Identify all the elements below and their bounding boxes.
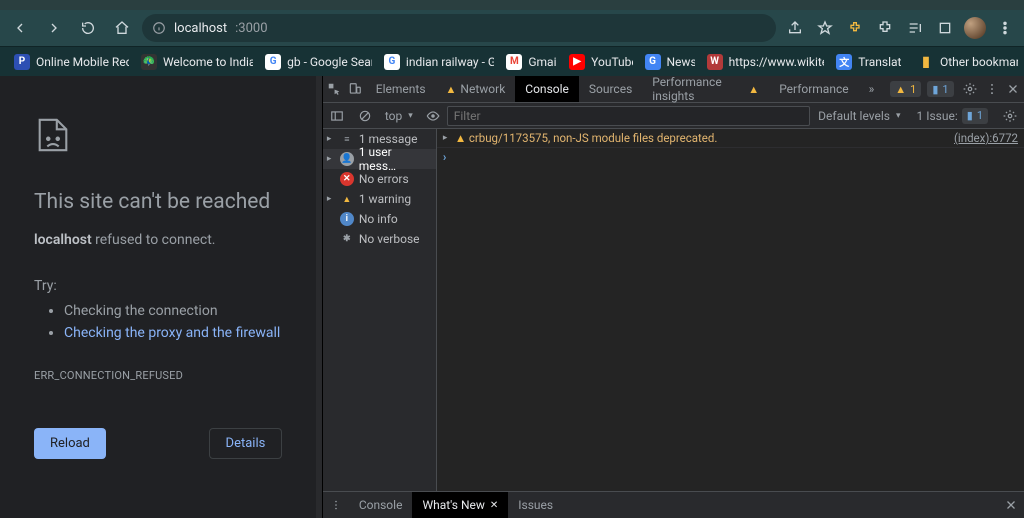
sad-page-icon bbox=[34, 116, 72, 154]
issues-button[interactable]: 1 Issue:▮ 1 bbox=[908, 103, 996, 128]
tab-network[interactable]: ▲Network bbox=[436, 76, 516, 102]
device-toggle-icon[interactable] bbox=[344, 76, 365, 102]
browser-toolbar: localhost :3000 bbox=[0, 10, 1024, 46]
inspect-element-icon[interactable] bbox=[323, 76, 344, 102]
log-levels-selector[interactable]: Default levels bbox=[810, 103, 908, 128]
home-button[interactable] bbox=[108, 14, 136, 42]
tab-console[interactable]: Console bbox=[515, 76, 579, 102]
devtools-close-button[interactable] bbox=[1003, 76, 1024, 102]
devtools-drawer: Console What's New✕ Issues bbox=[323, 491, 1024, 518]
error-code: ERR_CONNECTION_REFUSED bbox=[34, 369, 282, 382]
expand-icon[interactable]: ▸ bbox=[443, 131, 455, 143]
reload-button[interactable]: Reload bbox=[34, 428, 106, 459]
bookmark-item[interactable]: ▶YouTube bbox=[561, 50, 632, 74]
reading-list-button[interactable] bbox=[902, 14, 928, 42]
sidebar-warnings[interactable]: ▸▲1 warning bbox=[323, 189, 436, 209]
console-output[interactable]: ▸ ▲ crbug/1173575, non-JS module files d… bbox=[437, 129, 1024, 491]
console-settings-icon[interactable] bbox=[996, 103, 1024, 128]
source-link[interactable]: (index):6772 bbox=[954, 131, 1018, 145]
tab-overview-button[interactable] bbox=[932, 14, 958, 42]
other-bookmarks[interactable]: ▮Other bookmarks bbox=[910, 50, 1018, 74]
devtools-menu-icon[interactable] bbox=[981, 76, 1002, 102]
tab-performance-insights[interactable]: Performance insights ▲ bbox=[642, 76, 769, 102]
drawer-tab-whatsnew[interactable]: What's New✕ bbox=[412, 492, 508, 518]
context-selector[interactable]: top bbox=[379, 103, 419, 128]
bookmark-item[interactable]: MGmail bbox=[498, 50, 557, 74]
url-host: localhost bbox=[174, 21, 227, 36]
site-info-icon bbox=[152, 21, 166, 35]
details-button[interactable]: Details bbox=[209, 428, 283, 459]
tab-sources[interactable]: Sources bbox=[579, 76, 642, 102]
bookmark-star-button[interactable] bbox=[812, 14, 838, 42]
more-tabs-button[interactable] bbox=[859, 76, 885, 102]
warning-icon: ▲ bbox=[748, 83, 759, 96]
bookmark-item[interactable]: Gindian railway - Go… bbox=[376, 50, 494, 74]
bookmark-item[interactable]: POnline Mobile Rech… bbox=[6, 50, 129, 74]
tab-strip bbox=[0, 0, 1024, 10]
sidebar-verbose[interactable]: ✱No verbose bbox=[323, 229, 436, 249]
devtools-tabs: Elements ▲Network Console Sources Perfor… bbox=[323, 76, 1024, 103]
clear-console-icon[interactable] bbox=[351, 103, 379, 128]
sidebar-user-messages[interactable]: ▸👤1 user mess… bbox=[323, 149, 436, 169]
error-suggestion: Checking the connection bbox=[64, 300, 282, 322]
info-badge[interactable]: ▮ 1 bbox=[927, 81, 953, 97]
error-page: This site can't be reached localhost ref… bbox=[0, 76, 316, 518]
forward-button[interactable] bbox=[40, 14, 68, 42]
console-warning-row[interactable]: ▸ ▲ crbug/1173575, non-JS module files d… bbox=[437, 129, 1024, 148]
sidebar-info[interactable]: iNo info bbox=[323, 209, 436, 229]
tab-elements[interactable]: Elements bbox=[366, 76, 436, 102]
url-port: :3000 bbox=[235, 21, 267, 36]
console-prompt[interactable]: › bbox=[437, 148, 1024, 166]
console-filter-input[interactable] bbox=[447, 106, 810, 126]
drawer-menu-icon[interactable] bbox=[323, 492, 349, 518]
address-bar[interactable]: localhost :3000 bbox=[142, 14, 776, 42]
warning-icon: ▲ bbox=[446, 83, 457, 96]
devtools-panel: Elements ▲Network Console Sources Perfor… bbox=[322, 76, 1024, 518]
live-expression-icon[interactable] bbox=[419, 103, 447, 128]
profile-avatar[interactable] bbox=[962, 14, 988, 42]
extensions-warn-icon[interactable] bbox=[842, 14, 868, 42]
close-icon[interactable]: ✕ bbox=[490, 500, 498, 511]
bookmarks-bar: POnline Mobile Rech… 🦚Welcome to Indian…… bbox=[0, 46, 1024, 76]
settings-icon[interactable] bbox=[960, 76, 981, 102]
reload-button[interactable] bbox=[74, 14, 102, 42]
bookmark-item[interactable]: Whttps://www.wikitec… bbox=[699, 50, 825, 74]
drawer-tab-console[interactable]: Console bbox=[349, 492, 413, 518]
warnings-badge[interactable]: ▲ 1 bbox=[890, 81, 921, 97]
error-title: This site can't be reached bbox=[34, 190, 282, 214]
back-button[interactable] bbox=[6, 14, 34, 42]
error-suggestion: Checking the proxy and the firewall bbox=[64, 322, 282, 344]
console-sidebar: ▸≡1 message ▸👤1 user mess… ✕No errors ▸▲… bbox=[323, 129, 437, 491]
drawer-tab-issues[interactable]: Issues bbox=[508, 492, 563, 518]
extensions-button[interactable] bbox=[872, 14, 898, 42]
tab-performance[interactable]: Performance bbox=[769, 76, 858, 102]
proxy-firewall-link[interactable]: Checking the proxy and the firewall bbox=[64, 325, 280, 341]
console-toolbar: top Default levels 1 Issue:▮ 1 bbox=[323, 103, 1024, 129]
bookmark-item[interactable]: Ggb - Google Search bbox=[257, 50, 372, 74]
bookmark-item[interactable]: 文Translate bbox=[828, 50, 902, 74]
drawer-close-button[interactable] bbox=[998, 492, 1024, 518]
error-try-label: Try: bbox=[34, 278, 282, 294]
error-message: localhost refused to connect. bbox=[34, 232, 282, 248]
warning-icon: ▲ bbox=[455, 131, 469, 145]
bookmark-item[interactable]: GNews bbox=[637, 50, 695, 74]
bookmark-item[interactable]: 🦚Welcome to Indian… bbox=[133, 50, 253, 74]
sidebar-toggle-icon[interactable] bbox=[323, 103, 351, 128]
share-button[interactable] bbox=[782, 14, 808, 42]
chrome-menu-button[interactable] bbox=[992, 14, 1018, 42]
